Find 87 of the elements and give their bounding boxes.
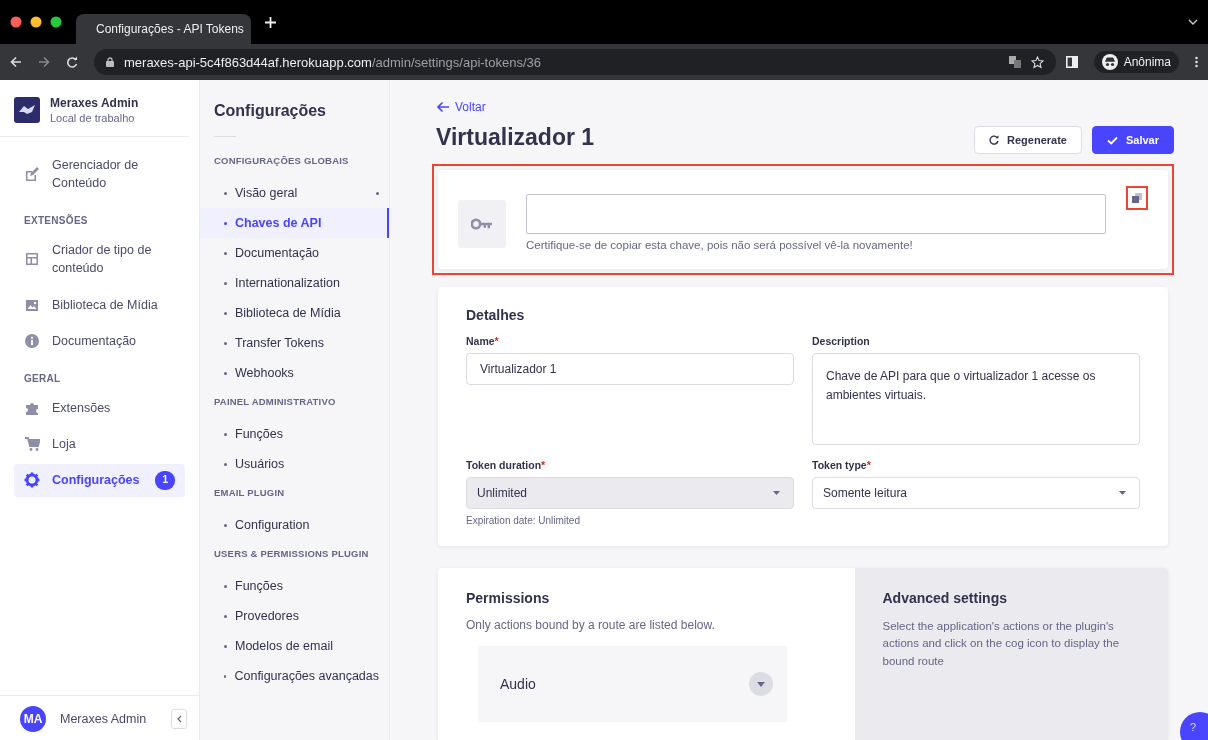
- sidebar-item[interactable]: Loja: [14, 427, 185, 460]
- cart-icon: [24, 435, 40, 452]
- more-icon: [1195, 56, 1198, 68]
- field-label: Name*: [466, 335, 500, 347]
- forward-icon: [38, 56, 50, 68]
- settings-menu-item[interactable]: Transfer Tokens: [200, 328, 389, 358]
- dropdown[interactable]: Somente leitura: [812, 477, 1140, 509]
- new-tab-icon: [265, 16, 276, 28]
- sidebar-item[interactable]: Configurações 1: [14, 464, 185, 497]
- sidebar-item[interactable]: Criador de tipo de conteúdo: [14, 234, 185, 285]
- address-bar[interactable]: meraxes-api-5c4f863d44af.herokuapp.com/admin/settings/api-tokens/36: [94, 49, 1056, 75]
- refresh-icon: [989, 135, 1000, 145]
- regenerate-button[interactable]: Regenerate: [974, 126, 1082, 154]
- section-description: Select the application's actions or the plugin's actions and click on the cog icon to display the bound route: [882, 619, 1121, 669]
- section-title: Detalhes: [466, 307, 526, 323]
- browser-tab[interactable]: Configurações - API Tokens: [76, 14, 251, 44]
- settings-menu-item[interactable]: Funções: [200, 419, 389, 449]
- section-description: Only actions bound by a route are listed below.: [466, 618, 716, 632]
- section-heading: USERS & PERMISSIONS PLUGIN: [214, 548, 370, 559]
- user-name: Meraxes Admin: [60, 712, 148, 726]
- settings-menu-item[interactable]: Usuários: [200, 449, 389, 479]
- section-heading: EMAIL PLUGIN: [214, 487, 286, 498]
- settings-icon: [24, 472, 40, 489]
- sidebar-item[interactable]: Extensões: [14, 391, 185, 424]
- chevron-left-icon: [176, 715, 182, 723]
- section-heading: GERAL: [24, 372, 62, 384]
- menu-title: Configurações: [214, 102, 327, 120]
- caret-icon: [773, 491, 780, 495]
- chevron-down-icon: [1188, 19, 1198, 25]
- back-icon: [10, 56, 22, 68]
- caret-icon: [1119, 491, 1126, 495]
- side-panel-icon: [1065, 56, 1078, 68]
- pen-icon: [24, 166, 40, 183]
- section-heading: CONFIGURAÇÕES GLOBAIS: [214, 155, 350, 166]
- field-label: Description: [812, 335, 871, 347]
- bookmark-star-icon: [1030, 55, 1044, 69]
- info-icon: [24, 332, 40, 349]
- settings-menu-item[interactable]: Configurações avançadas: [200, 661, 389, 691]
- settings-menu-item[interactable]: Funções: [200, 571, 389, 601]
- chevron-down-icon: [748, 672, 773, 696]
- notification-badge: 1: [155, 471, 175, 490]
- sidebar-item[interactable]: Biblioteca de Mídia: [14, 288, 185, 321]
- field-label: Token duration*: [466, 459, 547, 471]
- workspace-subtitle: Local de trabalho: [50, 112, 136, 124]
- settings-menu-item[interactable]: Provedores: [200, 601, 389, 631]
- section-title: Advanced settings: [882, 590, 1008, 606]
- page-title: Virtualizador 1: [436, 123, 595, 151]
- settings-menu-item[interactable]: Biblioteca de Mídia: [200, 298, 389, 328]
- key-warning: Certifique-se de copiar esta chave, pois não será possível vê-la novamente!: [526, 239, 914, 251]
- lock-icon: [106, 57, 114, 67]
- field-hint: Expiration date: Unlimited: [466, 515, 581, 526]
- accordion-item[interactable]: Audio: [478, 646, 787, 722]
- settings-menu-item[interactable]: Visão geral: [200, 178, 389, 208]
- arrow-left-icon: [436, 101, 450, 113]
- user-avatar: MA: [20, 706, 46, 732]
- api-key-field[interactable]: [526, 194, 1106, 234]
- save-button[interactable]: Salvar: [1091, 126, 1174, 154]
- check-icon: [1106, 135, 1118, 145]
- section-heading: PAINEL ADMINISTRATIVO: [214, 396, 337, 407]
- input-field[interactable]: Virtualizador 1: [466, 353, 794, 385]
- sidebar-item[interactable]: Gerenciador de Conteúdo: [14, 149, 185, 200]
- section-heading: EXTENSÕES: [24, 215, 89, 227]
- key-icon: [471, 218, 493, 230]
- collapse-button[interactable]: [171, 709, 187, 729]
- workspace-name: Meraxes Admin: [50, 96, 139, 110]
- translate-icon: [1008, 56, 1021, 68]
- settings-menu-item[interactable]: Internationalization: [200, 268, 389, 298]
- back-link[interactable]: Voltar: [436, 100, 1174, 114]
- settings-menu-item[interactable]: Configuration: [200, 510, 389, 540]
- settings-menu-item[interactable]: Modelos de email: [200, 631, 389, 661]
- description-field[interactable]: Chave de API para que o virtualizador 1 acesse os ambientes virtuais.: [812, 353, 1140, 445]
- reload-icon: [66, 56, 78, 68]
- copy-button[interactable]: [1126, 186, 1148, 210]
- incognito-icon: [1101, 54, 1118, 70]
- url-text: meraxes-api-5c4f863d44af.herokuapp.com/admin/settings/api-tokens/36: [124, 54, 541, 70]
- sidebar-item[interactable]: Documentação: [14, 324, 185, 357]
- copy-icon: [1132, 193, 1142, 203]
- settings-menu-item[interactable]: Chaves de API: [200, 208, 389, 238]
- field-label: Token type*: [812, 459, 872, 471]
- tab-title: Configurações - API Tokens: [96, 22, 244, 36]
- settings-menu-item[interactable]: Documentação: [200, 238, 389, 268]
- settings-menu-item[interactable]: Webhooks: [200, 358, 389, 388]
- dropdown: Unlimited: [466, 477, 794, 509]
- section-title: Permissions: [466, 590, 551, 606]
- profile-button[interactable]: Anônima: [1093, 51, 1179, 73]
- window-controls-icon: [10, 16, 62, 28]
- layout-icon: [24, 251, 40, 268]
